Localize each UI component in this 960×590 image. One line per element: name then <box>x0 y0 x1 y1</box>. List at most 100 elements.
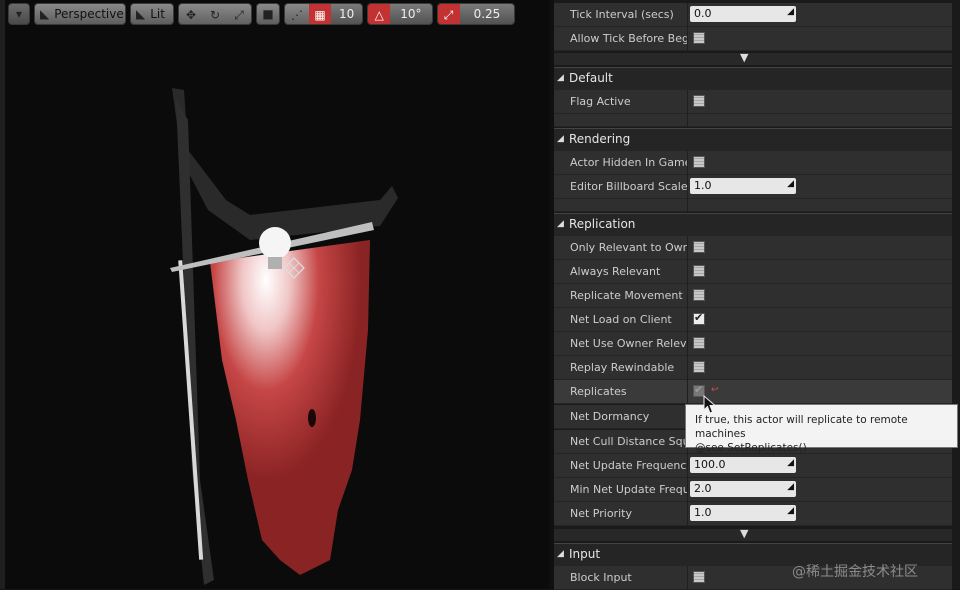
camera-icon: ◣ <box>40 7 50 21</box>
replicate-movement-checkbox[interactable] <box>693 289 705 301</box>
details-scrollbar[interactable] <box>952 0 960 589</box>
angle-icon: △ <box>374 8 384 22</box>
surface-snap-icon: ⋰ <box>291 8 303 22</box>
property-row: Always Relevant <box>554 260 952 284</box>
grid-snap-group: ⋰ ▦ 10 <box>284 3 364 25</box>
advanced-expander[interactable]: ▼ <box>554 51 952 65</box>
property-row-hovered: Replicates ↩ <box>554 380 952 404</box>
column-divider[interactable] <box>687 236 688 260</box>
light-bulb-base <box>268 257 282 269</box>
light-bulb-icon[interactable] <box>259 227 291 259</box>
net-update-frequency-field[interactable]: 100.0 ◢ <box>690 457 796 473</box>
only-relevant-owner-checkbox[interactable] <box>693 241 705 253</box>
property-row: Net Use Owner Relevancy <box>554 332 952 356</box>
field-value: 1.0 <box>694 506 712 519</box>
column-divider[interactable] <box>687 356 688 380</box>
rotation-snap-toggle[interactable]: △ <box>368 4 391 24</box>
property-label: Net Cull Distance Squared <box>570 435 688 448</box>
grid-snap-value[interactable]: 10 <box>331 4 363 24</box>
banner-spot <box>308 409 316 427</box>
column-divider[interactable] <box>687 260 688 284</box>
property-row: Net Update Frequency 100.0 ◢ <box>554 454 952 478</box>
column-divider <box>687 199 688 212</box>
actor-hidden-checkbox[interactable] <box>693 156 705 168</box>
banner-cloth <box>210 240 370 575</box>
property-label: Flag Active <box>570 95 631 108</box>
column-divider[interactable] <box>687 332 688 356</box>
section-title: Input <box>569 547 601 561</box>
drag-arrow-icon: ◢ <box>787 482 794 492</box>
tick-interval-field[interactable]: 0.0 ◢ <box>690 6 796 22</box>
property-label: Actor Hidden In Game <box>570 156 688 169</box>
viewport-options-button[interactable]: ▾ <box>8 3 30 25</box>
tooltip-line: If true, this actor will replicate to re… <box>695 414 908 440</box>
perspective-button[interactable]: ◣ Perspective <box>34 3 126 25</box>
translate-tool-button[interactable]: ✥ <box>179 4 203 24</box>
property-label: Min Net Update Frequency <box>570 483 688 496</box>
advanced-expander[interactable]: ▼ <box>554 527 952 541</box>
cube-icon: ■ <box>262 7 274 21</box>
drag-arrow-icon: ◢ <box>787 179 794 189</box>
property-label: Net Update Frequency <box>570 459 688 472</box>
lit-button[interactable]: ◣ Lit <box>130 3 174 25</box>
allow-tick-checkbox[interactable] <box>693 32 705 44</box>
property-row: Replicate Movement <box>554 284 952 308</box>
section-spacer <box>554 199 952 212</box>
replay-rewindable-checkbox[interactable] <box>693 361 705 373</box>
rotation-snap-value[interactable]: 10° <box>390 4 432 24</box>
column-divider[interactable] <box>687 90 688 114</box>
property-label: Replicate Movement <box>570 289 683 302</box>
banner-frame <box>172 88 398 240</box>
section-title: Default <box>569 71 613 85</box>
property-label: Editor Billboard Scale <box>570 180 688 193</box>
rotate-tool-button[interactable]: ↻ <box>203 4 227 24</box>
world-local-toggle[interactable]: ■ <box>256 3 280 25</box>
column-divider[interactable] <box>687 27 688 51</box>
section-rendering[interactable]: ◢ Rendering <box>554 128 952 151</box>
column-divider[interactable] <box>687 151 688 175</box>
column-divider[interactable] <box>687 284 688 308</box>
column-divider[interactable] <box>687 380 688 404</box>
section-default[interactable]: ◢ Default <box>554 67 952 90</box>
property-label: Replicates <box>570 385 627 398</box>
scale-snap-toggle[interactable]: ⤢ <box>437 4 460 24</box>
property-label: Only Relevant to Owner <box>570 241 688 254</box>
column-divider[interactable] <box>687 3 688 27</box>
collapse-triangle-icon: ◢ <box>557 549 564 559</box>
reset-to-default-icon[interactable]: ↩ <box>711 386 720 395</box>
level-viewport[interactable]: ▾ ◣ Perspective ◣ Lit ✥ ↻ ⤢ ■ ⋰ ▦ 10 △ 10°… <box>0 0 549 589</box>
property-row: Tick Interval (secs) 0.0 ◢ <box>554 3 952 27</box>
chevron-down-icon: ▼ <box>740 51 749 64</box>
net-load-on-client-checkbox[interactable] <box>693 311 705 325</box>
always-relevant-checkbox[interactable] <box>693 265 705 277</box>
rotate-icon: ↻ <box>209 8 221 22</box>
scale-snap-icon: ⤢ <box>443 7 454 22</box>
net-priority-field[interactable]: 1.0 ◢ <box>690 505 796 521</box>
property-row: Editor Billboard Scale 1.0 ◢ <box>554 175 952 199</box>
property-row: Net Load on Client <box>554 308 952 332</box>
move-arrows-icon: ✥ <box>185 8 197 22</box>
field-value: 2.0 <box>694 482 712 495</box>
scale-snap-value[interactable]: 0.25 <box>459 4 515 24</box>
section-replication[interactable]: ◢ Replication <box>554 213 952 236</box>
billboard-scale-field[interactable]: 1.0 ◢ <box>690 178 796 194</box>
grid-snap-toggle[interactable]: ▦ <box>309 4 331 24</box>
net-use-owner-relevancy-checkbox[interactable] <box>693 337 705 349</box>
min-net-update-frequency-field[interactable]: 2.0 ◢ <box>690 481 796 497</box>
block-input-checkbox[interactable] <box>693 571 705 583</box>
property-label: Block Input <box>570 571 632 584</box>
property-row: Replay Rewindable <box>554 356 952 380</box>
column-divider[interactable] <box>687 308 688 332</box>
flag-active-checkbox[interactable] <box>693 95 705 107</box>
column-divider[interactable] <box>687 175 688 199</box>
property-label: Replay Rewindable <box>570 361 675 374</box>
scale-tool-button[interactable]: ⤢ <box>227 4 251 24</box>
column-divider[interactable] <box>687 454 688 478</box>
mouse-cursor-icon <box>703 395 717 414</box>
column-divider[interactable] <box>687 502 688 526</box>
column-divider[interactable] <box>687 478 688 502</box>
surface-snap-button[interactable]: ⋰ <box>285 4 309 24</box>
chevron-down-icon: ▾ <box>15 7 23 21</box>
property-label: Net Use Owner Relevancy <box>570 337 688 350</box>
column-divider[interactable] <box>687 566 688 590</box>
